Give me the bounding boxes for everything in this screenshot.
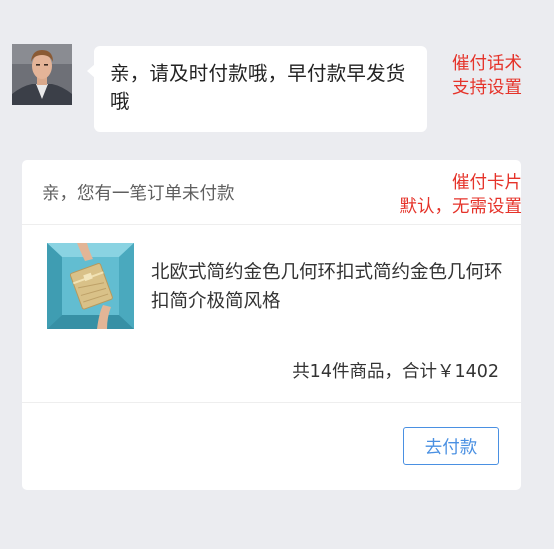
product-thumbnail[interactable] [47, 243, 134, 329]
annotation-line: 支持设置 [452, 78, 522, 98]
annotation-reminder-card: 催付卡片 默认，无需设置 [400, 171, 523, 219]
user-avatar[interactable] [12, 44, 72, 105]
chat-message-text: 亲，请及时付款哦，早付款早发货哦 [110, 62, 406, 113]
annotation-line: 催付卡片 [452, 173, 522, 193]
avatar-photo-icon [12, 44, 72, 105]
order-summary: 共14件商品，合计￥1402 [292, 362, 499, 382]
go-pay-button[interactable]: 去付款 [403, 427, 499, 465]
card-header-text: 亲，您有一笔订单未付款 [42, 184, 235, 204]
divider [22, 402, 521, 403]
annotation-reminder-script: 催付话术 支持设置 [452, 52, 522, 100]
annotation-line: 催付话术 [452, 54, 522, 74]
product-image-icon [47, 243, 134, 329]
chat-message-bubble: 亲，请及时付款哦，早付款早发货哦 [87, 46, 427, 132]
annotation-line: 默认，无需设置 [399, 197, 523, 217]
product-title[interactable]: 北欧式简约金色几何环扣式简约金色几何环扣简介极简风格 [151, 258, 503, 316]
